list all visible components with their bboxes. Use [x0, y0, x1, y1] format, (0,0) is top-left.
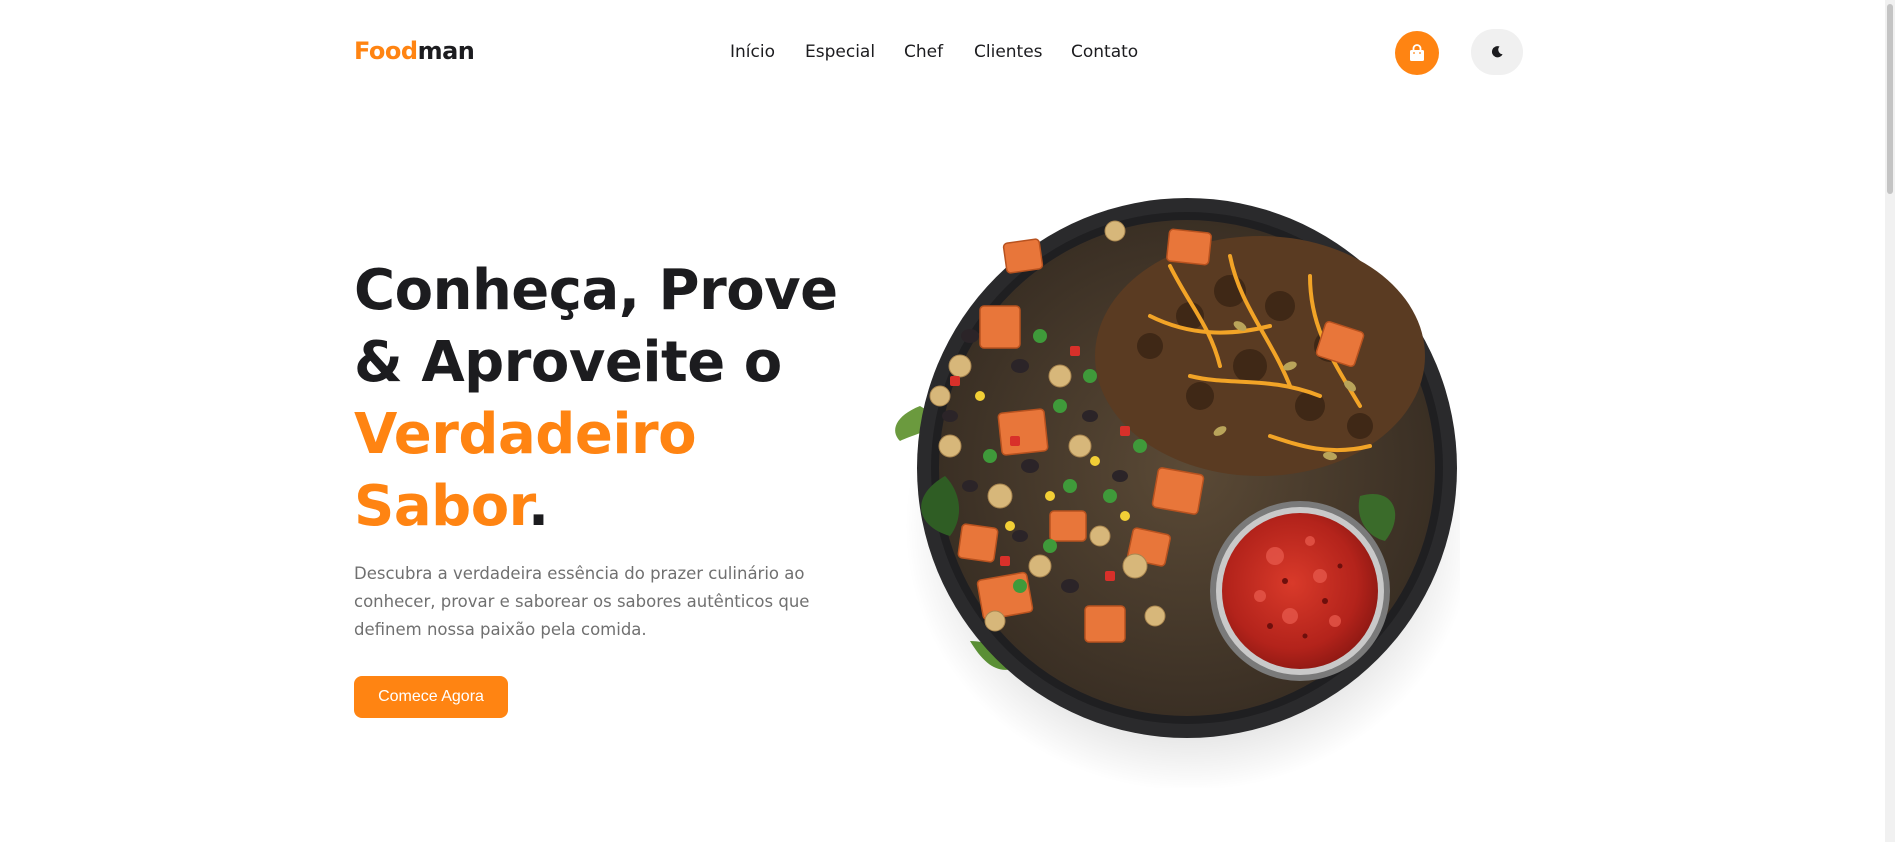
- hero-description: Descubra a verdadeira essência do prazer…: [354, 564, 810, 639]
- food-bowl-image: [895, 198, 1460, 788]
- nav-item-contato[interactable]: Contato: [1071, 42, 1138, 62]
- logo-part-food: Food: [354, 37, 418, 65]
- hero-title-accent-1: Verdadeiro: [354, 402, 697, 467]
- cart-button[interactable]: [1395, 31, 1439, 75]
- nav-item-especial[interactable]: Especial: [805, 42, 875, 62]
- moon-icon: [1491, 46, 1503, 58]
- site-header: Foodman Início Especial Chef Clientes Co…: [0, 0, 1895, 105]
- logo-part-man: man: [417, 37, 475, 65]
- logo[interactable]: Foodman: [354, 37, 475, 65]
- theme-toggle-button[interactable]: [1471, 29, 1523, 75]
- scrollbar-thumb[interactable]: [1887, 4, 1893, 194]
- nav-item-clientes[interactable]: Clientes: [974, 42, 1043, 62]
- nav-item-chef[interactable]: Chef: [904, 42, 943, 62]
- hero-title-dot: .: [527, 474, 549, 539]
- hero-title: Conheça, Prove & Aproveite o Verdadeiro …: [354, 255, 874, 543]
- start-now-button[interactable]: Comece Agora: [354, 676, 508, 718]
- hero-title-accent-2: Sabor: [354, 474, 528, 539]
- page-scrollbar[interactable]: [1885, 0, 1895, 842]
- hero-title-line-1: Conheça, Prove: [354, 258, 838, 323]
- nav-item-inicio[interactable]: Início: [730, 42, 775, 62]
- shopping-bag-icon: [1410, 44, 1424, 61]
- hero-title-line-2: & Aproveite o: [354, 330, 782, 395]
